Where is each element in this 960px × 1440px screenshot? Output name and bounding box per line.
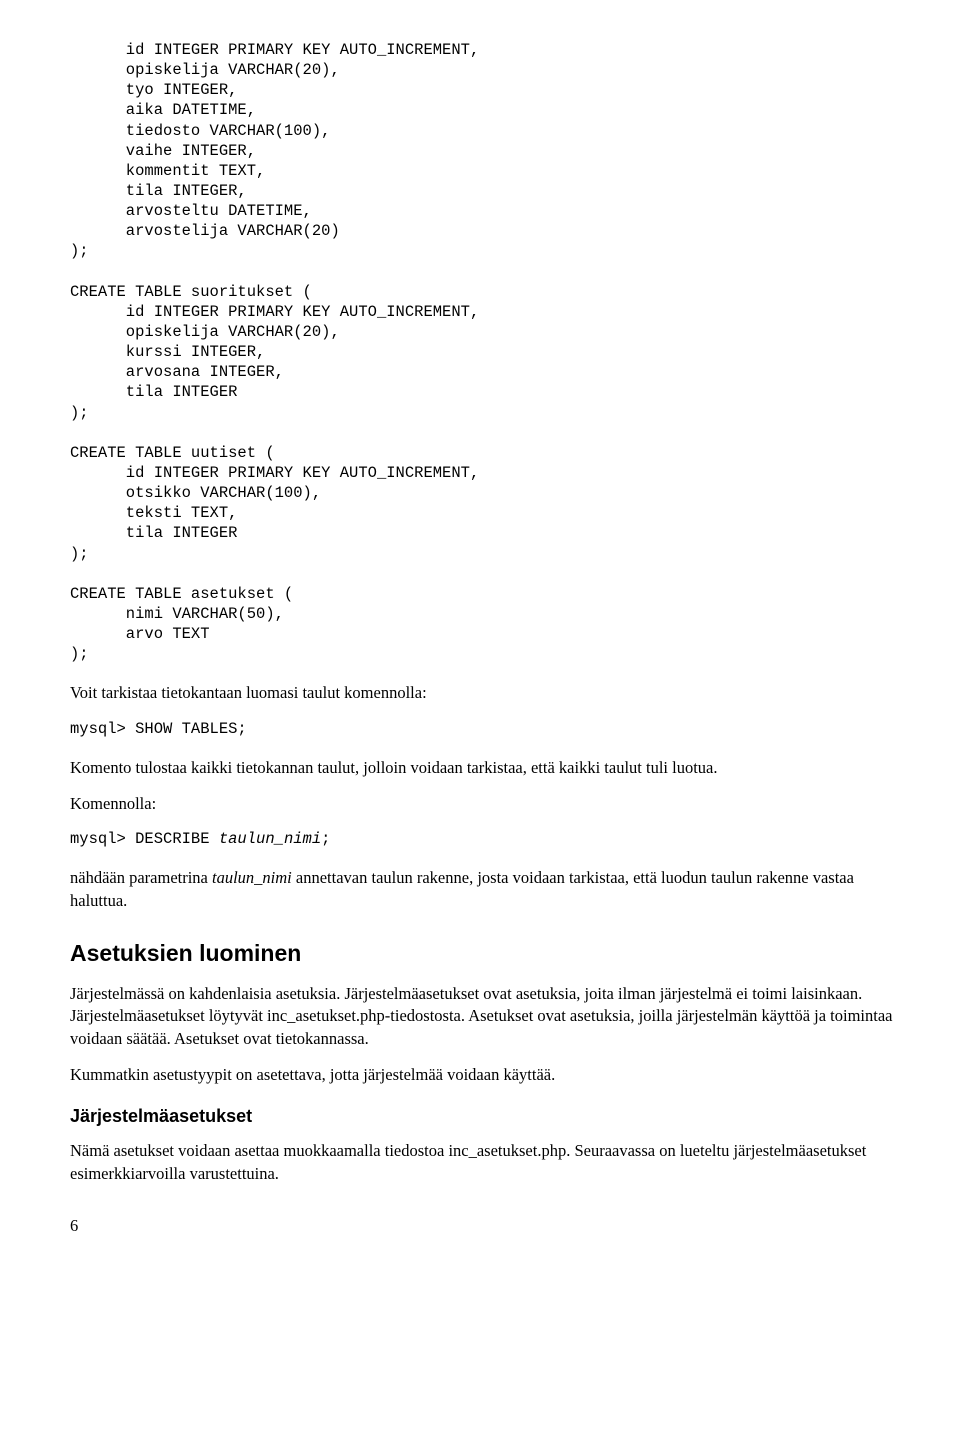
document-page: id INTEGER PRIMARY KEY AUTO_INCREMENT, o…: [0, 0, 960, 1277]
command-text: mysql> DESCRIBE: [70, 830, 219, 848]
command-text: ;: [321, 830, 330, 848]
paragraph: Järjestelmässä on kahdenlaisia asetuksia…: [70, 983, 900, 1050]
mysql-command: mysql> SHOW TABLES;: [70, 719, 900, 739]
paragraph: nähdään parametrina taulun_nimi annettav…: [70, 867, 900, 912]
paragraph: Nämä asetukset voidaan asettaa muokkaama…: [70, 1140, 900, 1185]
text-span: nähdään parametrina: [70, 868, 212, 887]
paragraph: Komento tulostaa kaikki tietokannan taul…: [70, 757, 900, 779]
subsection-heading: Järjestelmäasetukset: [70, 1104, 900, 1128]
paragraph: Komennolla:: [70, 793, 900, 815]
italic-span: taulun_nimi: [212, 868, 292, 887]
mysql-command: mysql> DESCRIBE taulun_nimi;: [70, 829, 900, 849]
command-param: taulun_nimi: [219, 830, 321, 848]
page-number: 6: [70, 1215, 900, 1237]
paragraph: Voit tarkistaa tietokantaan luomasi taul…: [70, 682, 900, 704]
paragraph: Kummatkin asetustyypit on asetettava, jo…: [70, 1064, 900, 1086]
sql-code-block: id INTEGER PRIMARY KEY AUTO_INCREMENT, o…: [70, 40, 900, 664]
section-heading: Asetuksien luominen: [70, 938, 900, 969]
